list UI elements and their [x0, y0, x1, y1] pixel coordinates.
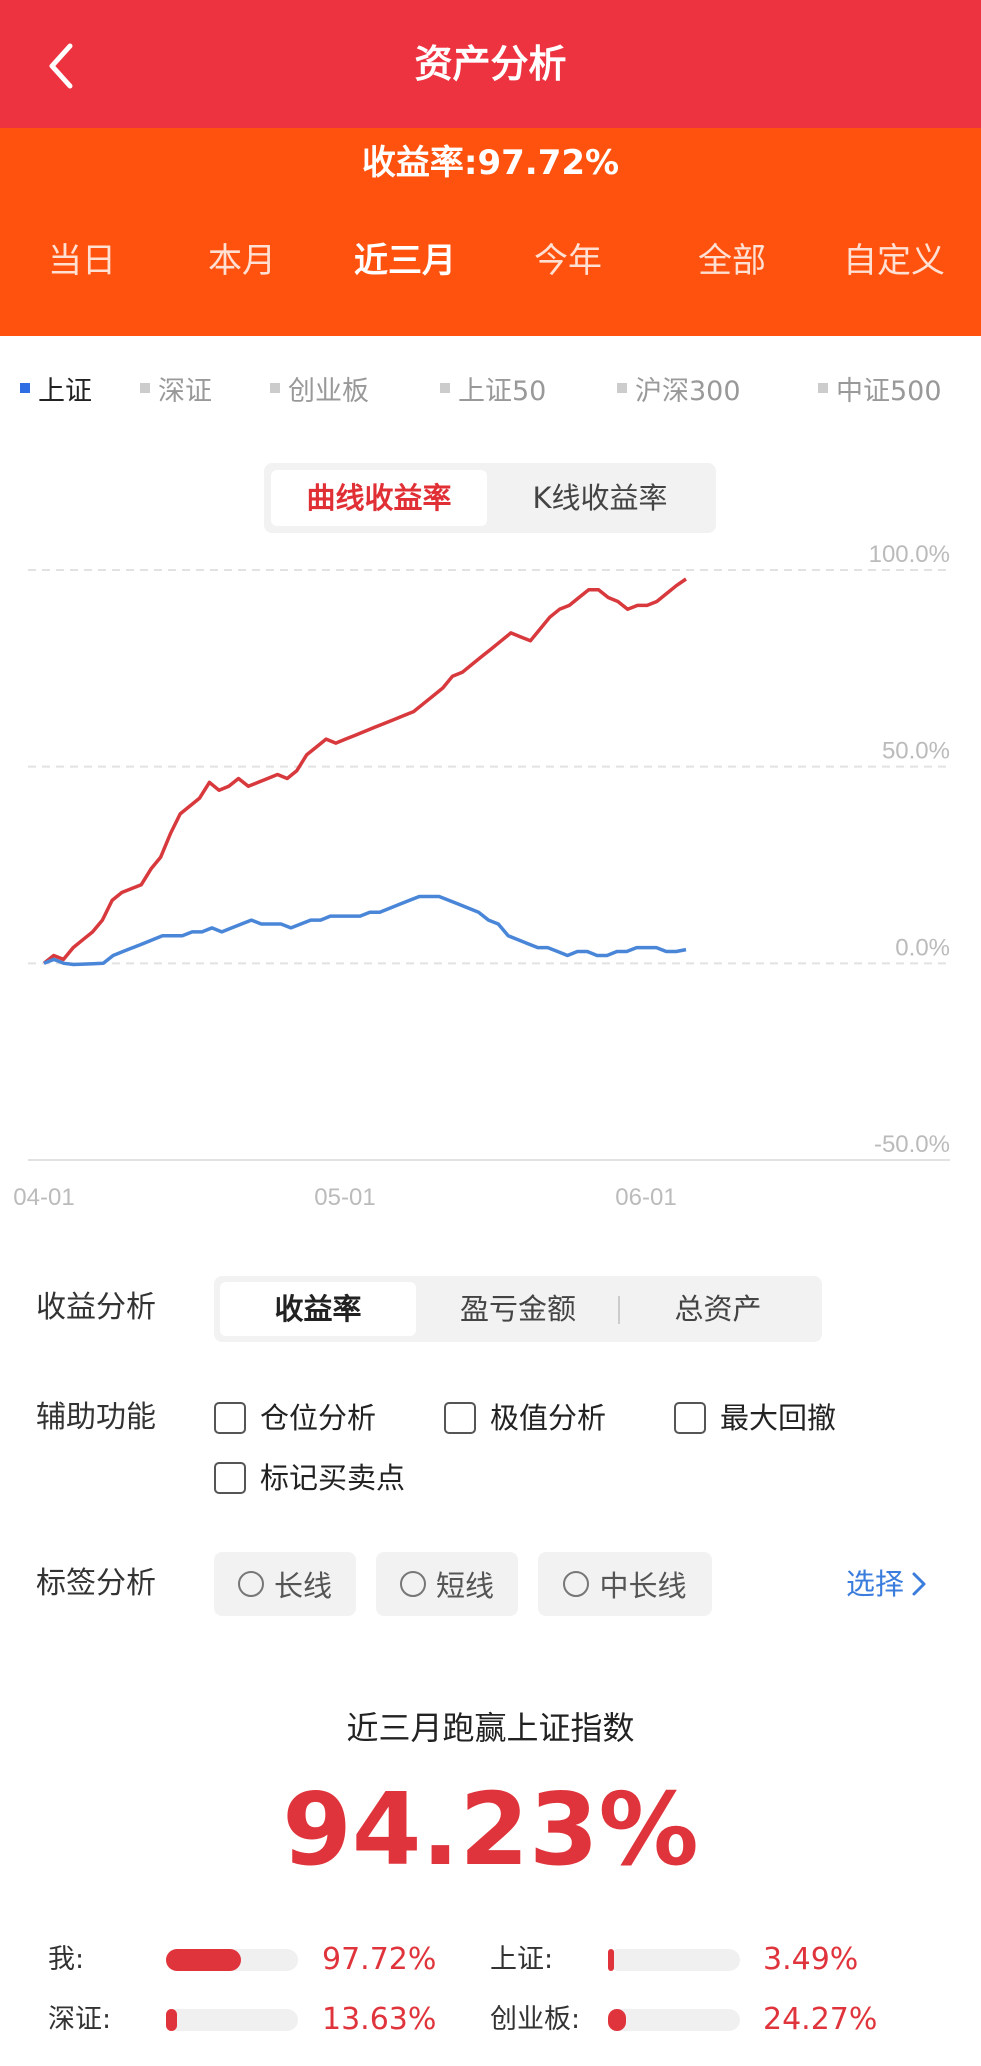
checkbox-max-drawdown[interactable]: 最大回撤	[674, 1398, 836, 1438]
compare-value-shanghai: 3.49%	[763, 1942, 859, 1977]
legend-swatch	[20, 383, 30, 393]
compare-bar-fill	[608, 1949, 614, 1971]
tags-label: 标签分析	[36, 1566, 156, 1601]
index-label: 创业板	[288, 375, 369, 407]
checkbox-icon	[214, 1402, 246, 1434]
legend-swatch	[140, 383, 150, 393]
compare-bar-fill	[166, 1949, 242, 1971]
tab-period-three-months[interactable]: 近三月	[323, 236, 487, 286]
aux-label: 辅助功能	[36, 1400, 156, 1435]
compare-bar-shenzhen	[166, 2009, 298, 2031]
series-line-mine	[42, 577, 687, 965]
compare-bar-shanghai	[608, 1949, 740, 1971]
return-line-chart[interactable]: 100.0% 50.0% 0.0% -50.0% 04-01 05-01 06-01	[0, 520, 981, 1220]
checkbox-label: 标记买卖点	[260, 1461, 406, 1495]
beat-index-value: 94.23%	[282, 1771, 699, 1888]
period-tabs: 当日 本月 近三月 今年 全部 自定义	[0, 236, 981, 424]
series-line-index	[43, 894, 687, 967]
chevron-right-icon	[912, 1572, 926, 1596]
x-tick-label: 06-01	[615, 1184, 676, 1211]
compare-bar-fill	[166, 2009, 177, 2031]
legend-swatch	[440, 383, 450, 393]
beat-index-title: 近三月跑赢上证指数	[346, 1709, 635, 1747]
checkbox-icon	[214, 1462, 246, 1494]
compare-label-chinext: 创业板:	[490, 2004, 581, 2035]
kline-return-button[interactable]: K线收益率	[492, 470, 708, 526]
radio-icon	[237, 1571, 264, 1597]
y-tick-label: 100.0%	[869, 541, 950, 568]
tab-total-assets[interactable]: 总资产	[620, 1282, 816, 1336]
compare-bar-fill	[608, 2009, 627, 2031]
y-tick-label: 50.0%	[882, 738, 950, 765]
index-tab-sse50[interactable]: 上证50	[440, 368, 546, 408]
legend-swatch	[270, 383, 280, 393]
tab-profit-loss[interactable]: 盈亏金额	[420, 1282, 616, 1336]
checkbox-label: 仓位分析	[260, 1401, 377, 1435]
checkbox-icon	[444, 1402, 476, 1434]
compare-bar-mine	[166, 1949, 298, 1971]
tab-return-rate[interactable]: 收益率	[220, 1282, 416, 1336]
tag-mid-long-term[interactable]: 中长线	[538, 1552, 712, 1616]
compare-bar-chinext	[608, 2009, 740, 2031]
checkbox-label: 最大回撤	[720, 1401, 837, 1435]
index-label: 深证	[158, 375, 212, 407]
index-tab-csi300[interactable]: 沪深300	[617, 368, 741, 408]
index-label: 沪深300	[635, 375, 741, 407]
tag-label: 短线	[435, 1569, 494, 1603]
checkbox-label: 极值分析	[490, 1401, 607, 1435]
legend-swatch	[617, 383, 627, 393]
index-tab-shanghai[interactable]: 上证	[20, 368, 92, 408]
checkbox-position-analysis[interactable]: 仓位分析	[214, 1398, 376, 1438]
index-tab-chinext[interactable]: 创业板	[270, 368, 369, 408]
compare-value-chinext: 24.27%	[763, 2002, 878, 2037]
checkbox-mark-trades[interactable]: 标记买卖点	[214, 1458, 405, 1498]
tag-short-term[interactable]: 短线	[376, 1552, 518, 1616]
x-tick-label: 05-01	[314, 1184, 375, 1211]
legend-swatch	[818, 383, 828, 393]
tab-period-all[interactable]: 全部	[650, 236, 814, 286]
tag-label: 长线	[273, 1569, 332, 1603]
tab-period-today[interactable]: 当日	[0, 236, 164, 286]
tab-period-year[interactable]: 今年	[486, 236, 650, 286]
checkbox-extreme-analysis[interactable]: 极值分析	[444, 1398, 606, 1438]
index-label: 上证50	[458, 375, 547, 407]
compare-label-shanghai: 上证:	[490, 1944, 554, 1975]
analysis-label: 收益分析	[36, 1290, 156, 1325]
compare-label-mine: 我:	[48, 1944, 85, 1975]
header-bar: 资产分析	[0, 0, 981, 128]
tab-period-month[interactable]: 本月	[160, 236, 324, 286]
active-tab-indicator	[392, 418, 424, 424]
index-label: 上证	[38, 375, 92, 407]
radio-icon	[563, 1571, 590, 1597]
curve-return-button[interactable]: 曲线收益率	[271, 470, 487, 526]
tag-label: 中长线	[599, 1569, 687, 1603]
compare-label-shenzhen: 深证:	[48, 2004, 112, 2035]
tab-period-custom[interactable]: 自定义	[812, 236, 976, 286]
y-tick-label: 0.0%	[895, 934, 950, 961]
index-tab-shenzhen[interactable]: 深证	[140, 368, 212, 408]
tag-long-term[interactable]: 长线	[214, 1552, 356, 1616]
analysis-tabs: 收益率 盈亏金额 总资产	[214, 1276, 822, 1342]
return-rate-text: 收益率:97.72%	[361, 143, 620, 183]
select-tags-link[interactable]: 选择	[846, 1564, 928, 1604]
select-label: 选择	[846, 1567, 905, 1601]
compare-value-shenzhen: 13.63%	[322, 2002, 437, 2037]
compare-value-mine: 97.72%	[322, 1942, 437, 1977]
index-tab-csi500[interactable]: 中证500	[818, 368, 942, 408]
checkbox-icon	[674, 1402, 706, 1434]
summary-banner: 收益率:97.72% 当日 本月 近三月 今年 全部 自定义	[0, 128, 981, 424]
index-label: 中证500	[836, 375, 942, 407]
page-title: 资产分析	[414, 42, 567, 86]
y-tick-label: -50.0%	[874, 1131, 950, 1158]
x-tick-label: 04-01	[13, 1184, 74, 1211]
radio-icon	[399, 1571, 426, 1597]
